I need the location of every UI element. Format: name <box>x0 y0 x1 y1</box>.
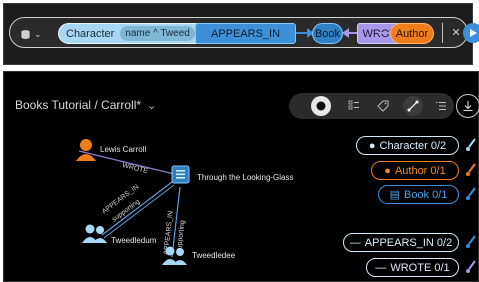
node-lewis-carroll[interactable]: Lewis Carroll <box>76 139 146 161</box>
database-icon <box>21 29 30 39</box>
people-icon <box>165 246 175 256</box>
legend-appears-in[interactable]: — APPEARS_IN 0/2 <box>343 233 459 252</box>
book-icon <box>176 170 185 172</box>
graph-panel: Books Tutorial / Carroll* ⌄ WROTE APPEAR… <box>3 71 479 282</box>
list-view-button[interactable] <box>344 96 364 116</box>
relationship-label: APPEARS_IN <box>210 27 281 40</box>
node-label: Lewis Carroll <box>100 145 146 154</box>
node-label: Tweedledum <box>111 236 157 245</box>
legend-label: Character 0/2 <box>379 139 447 152</box>
legend-character[interactable]: ● Character 0/2 <box>356 136 459 155</box>
details-button[interactable] <box>431 96 451 116</box>
node-label: Tweedledee <box>192 251 236 260</box>
play-icon <box>470 29 477 37</box>
text-cursor <box>442 23 443 43</box>
query-node-book[interactable]: Book <box>312 23 343 44</box>
people-icon: ● <box>368 139 376 152</box>
legend-label: Book 0/1 <box>403 188 448 201</box>
query-node-character[interactable]: Character name ^ Tweed <box>58 23 206 44</box>
chevron-down-icon: ⌄ <box>34 28 42 39</box>
node-tweedledee[interactable]: Tweedledee <box>162 246 236 266</box>
run-query-button[interactable] <box>463 23 479 43</box>
query-node-author[interactable]: Author <box>390 23 434 44</box>
lines-icon <box>436 102 446 110</box>
person-icon <box>80 139 92 151</box>
book-icon: ▤ <box>389 189 400 201</box>
legend-label: APPEARS_IN 0/2 <box>364 236 453 249</box>
query-bar: ⌄ Character name ^ Tweed APPEARS_IN Book… <box>9 17 479 48</box>
tag-button[interactable] <box>373 96 393 116</box>
legend-label: Author 0/1 <box>394 164 446 177</box>
brush-icon[interactable] <box>465 235 477 249</box>
brush-icon[interactable] <box>465 260 477 274</box>
node-book[interactable]: Through the Looking-Glass <box>171 165 294 184</box>
graph-canvas[interactable]: WROTE APPEARS_IN supporting APPEARS_IN s… <box>4 72 344 282</box>
node-label: Author <box>395 27 429 40</box>
node-label: Book <box>314 27 341 40</box>
export-button[interactable] <box>456 94 479 118</box>
list-icon <box>348 100 359 110</box>
edge-appears-in[interactable] <box>103 184 175 239</box>
person-icon: ● <box>384 164 391 177</box>
node-filter[interactable]: name ^ Tweed <box>120 26 195 41</box>
brush-icon[interactable] <box>465 138 477 152</box>
brush-icon[interactable] <box>465 163 477 177</box>
database-selector[interactable]: ⌄ <box>20 27 48 41</box>
query-panel: ⌄ Character name ^ Tweed APPEARS_IN Book… <box>3 3 479 65</box>
edge-icon <box>407 100 419 112</box>
query-relationship-appears-in[interactable]: APPEARS_IN <box>195 23 296 44</box>
edge-label-wrote: WROTE <box>122 162 149 175</box>
dash-icon: — <box>349 236 361 249</box>
dash-icon: — <box>375 261 387 274</box>
tag-icon <box>377 100 389 112</box>
legend-author[interactable]: ● Author 0/1 <box>371 161 459 180</box>
clear-icon[interactable]: ✕ <box>450 27 462 39</box>
download-icon <box>463 101 473 112</box>
node-label: Character <box>66 27 115 40</box>
arrow-left-icon <box>342 28 358 38</box>
node-label: Through the Looking-Glass <box>197 173 294 182</box>
brush-icon[interactable] <box>465 187 477 201</box>
legend-book[interactable]: ▤ Book 0/1 <box>378 185 459 204</box>
edge-style-button[interactable] <box>403 96 423 116</box>
people-icon <box>85 224 95 234</box>
legend-label: WROTE 0/1 <box>390 261 450 274</box>
node-tweedledum[interactable]: Tweedledum <box>82 224 157 246</box>
legend-wrote[interactable]: — WROTE 0/1 <box>366 258 459 277</box>
